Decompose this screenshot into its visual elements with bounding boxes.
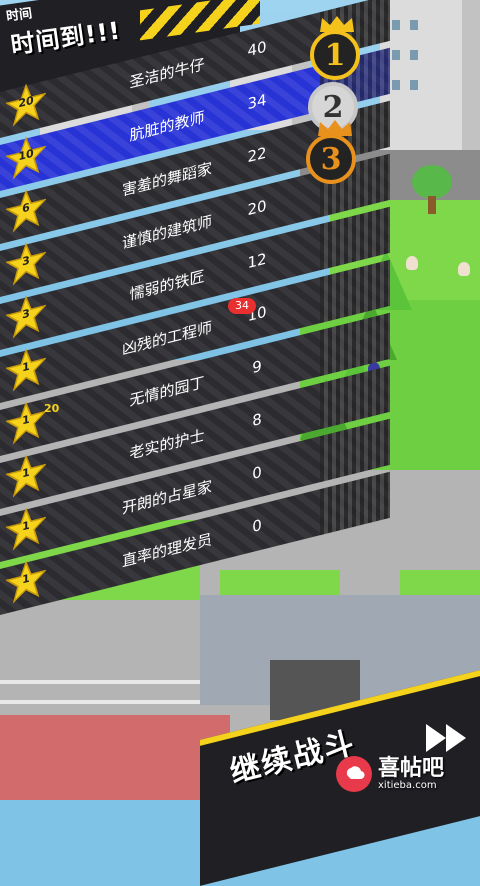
score-badge: 34 <box>228 298 256 314</box>
watermark-url: xitieba.com <box>378 779 437 791</box>
crowd-person <box>458 262 470 276</box>
level-tag: 20 <box>44 402 60 415</box>
rank-number: 3 <box>320 141 342 177</box>
rank-3-medal: 3 <box>306 134 356 184</box>
fence <box>0 700 200 704</box>
crowd-person <box>406 256 418 270</box>
red-track <box>0 715 230 800</box>
watermark: 喜帖吧 xitieba.com <box>336 752 476 796</box>
building <box>380 0 480 150</box>
rank-1-medal: 1 <box>310 30 360 80</box>
watermark-logo-icon <box>336 756 372 792</box>
header-small-title: 时间 <box>5 6 34 25</box>
rank-number: 1 <box>324 37 346 73</box>
fence <box>0 680 200 684</box>
watermark-name: 喜帖吧 <box>378 755 445 781</box>
tree-trunk <box>428 196 436 214</box>
tree <box>412 165 452 199</box>
